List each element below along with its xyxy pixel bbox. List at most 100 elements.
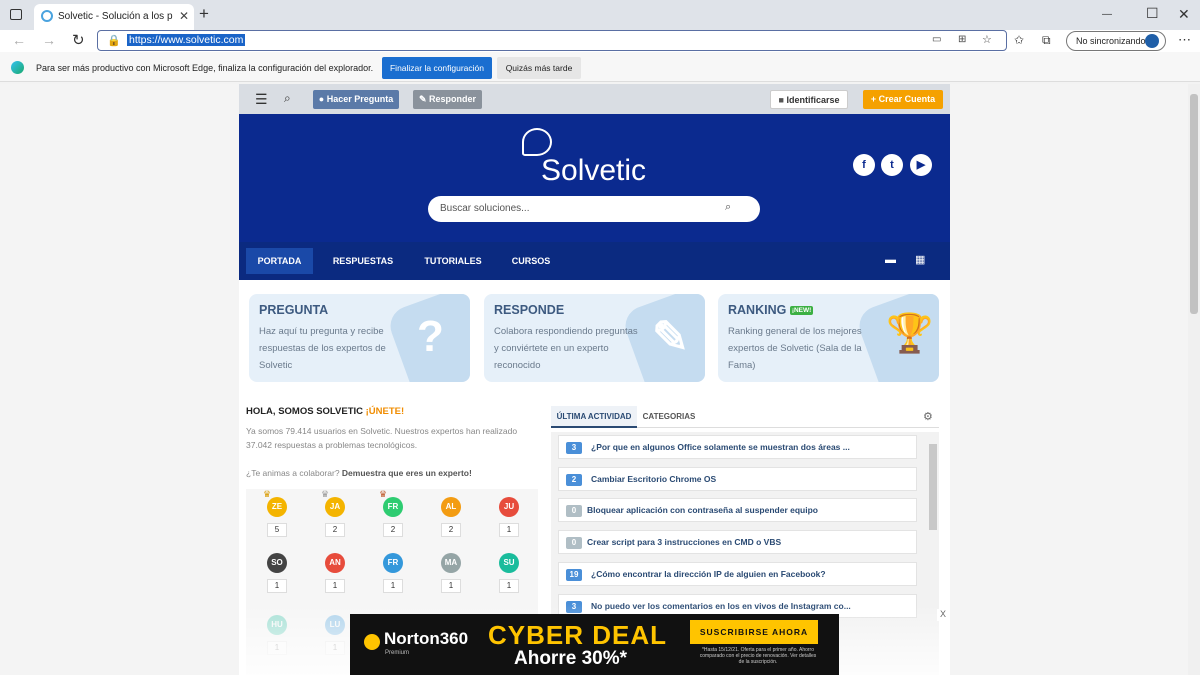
ad-fine-print: *Hasta 15/12/21. Oferta para el primer a… — [699, 647, 817, 665]
user-icon: ■ — [778, 95, 784, 105]
activity-tabs: ÚLTIMA ACTIVIDAD CATEGORIAS ⚙ — [551, 406, 939, 428]
user-item[interactable]: SO 1 — [257, 545, 297, 605]
profile-sync-button[interactable]: No sincronizando — [1066, 31, 1166, 51]
finish-setup-button[interactable]: Finalizar la configuración — [382, 57, 492, 79]
welcome-title: HOLA, SOMOS SOLVETIC — [246, 406, 363, 417]
sync-label: No sincronizando — [1076, 36, 1146, 46]
scrollbar-thumb[interactable] — [1190, 94, 1198, 314]
settings-more-icon[interactable]: ⋯ — [1178, 32, 1191, 48]
list-item-title: Cambiar Escritorio Chrome OS — [591, 474, 717, 484]
list-item[interactable]: 3 ¿Por que en algunos Office solamente s… — [558, 435, 917, 459]
avatar: FR — [383, 497, 403, 517]
list-item[interactable]: 0 Bloquear aplicación con contraseña al … — [558, 498, 917, 522]
browser-tab[interactable]: Solvetic - Solución a los problem ✕ — [34, 4, 194, 30]
edge-setup-infobar: Para ser más productivo con Microsoft Ed… — [0, 52, 1200, 82]
answer-count-badge: 0 — [566, 537, 582, 549]
user-item[interactable]: AN 1 — [315, 545, 355, 605]
avatar: ZE — [267, 497, 287, 517]
invite-question: ¿Te animas a colaborar? — [246, 468, 340, 478]
add-user-icon: + — [870, 94, 877, 104]
login-label: Identificarse — [786, 95, 840, 105]
site-logo[interactable]: Solvetic — [541, 154, 646, 188]
avatar: FR — [383, 553, 403, 573]
card-pregunta[interactable]: ? PREGUNTA Haz aquí tu pregunta y recibe… — [249, 294, 470, 382]
avatar: JU — [499, 497, 519, 517]
create-account-button[interactable]: + Crear Cuenta — [863, 90, 943, 109]
user-item[interactable]: JU 1 — [489, 489, 529, 549]
favorites-icon[interactable]: ✩ — [1014, 33, 1024, 47]
search-magnifier-icon[interactable]: ⌕ — [725, 201, 731, 214]
tab-actions-icon[interactable] — [10, 9, 22, 20]
user-count: 1 — [441, 579, 461, 593]
card-responde[interactable]: ✎ RESPONDE Colabora respondiendo pregunt… — [484, 294, 705, 382]
new-badge: ¡NEW! — [789, 306, 814, 316]
list-item[interactable]: 19 ¿Cómo encontrar la dirección IP de al… — [558, 562, 917, 586]
favorite-add-icon[interactable]: ☆ — [982, 33, 992, 46]
collections-icon[interactable]: ⧉ — [1042, 33, 1051, 48]
page-scrollbar[interactable] — [1188, 84, 1200, 675]
menu-respuestas[interactable]: RESPUESTAS — [327, 248, 399, 274]
refresh-icon[interactable]: ↻ — [72, 31, 85, 49]
list-item-title: ¿Por que en algunos Office solamente se … — [591, 442, 850, 452]
user-item[interactable]: ♛ FR 2 — [373, 489, 413, 549]
card-pregunta-title: PREGUNTA — [259, 303, 329, 317]
back-icon[interactable]: ← — [12, 32, 26, 48]
gear-icon[interactable]: ⚙ — [923, 410, 933, 423]
card-ranking-title: RANKING ¡NEW! — [728, 303, 814, 317]
window-close-button[interactable]: ✕ — [1178, 6, 1190, 23]
youtube-icon[interactable]: ▶ — [910, 154, 932, 176]
ad-close-button[interactable]: X — [937, 609, 949, 621]
facebook-icon[interactable]: f — [853, 154, 875, 176]
forward-icon[interactable]: → — [42, 32, 56, 48]
list-item-title: ¿Cómo encontrar la dirección IP de algui… — [591, 569, 826, 579]
question-icon: ● — [318, 94, 325, 104]
user-item[interactable]: SU 1 — [489, 545, 529, 605]
user-item[interactable]: FR 1 — [373, 545, 413, 605]
ask-question-label: Hacer Pregunta — [326, 94, 394, 104]
maybe-later-button[interactable]: Quizás más tarde — [497, 57, 581, 79]
card-ranking[interactable]: 🏆 RANKING ¡NEW! Ranking general de los m… — [718, 294, 939, 382]
list-item[interactable]: 2 Cambiar Escritorio Chrome OS — [558, 467, 917, 491]
tab-ultima-actividad[interactable]: ÚLTIMA ACTIVIDAD — [551, 406, 637, 428]
answer-button[interactable]: ✎ Responder — [413, 90, 482, 109]
hamburger-menu-icon[interactable]: ☰ — [255, 91, 268, 108]
user-item[interactable]: ♛ JA 2 — [315, 489, 355, 549]
login-button[interactable]: ■ Identificarse — [770, 90, 848, 109]
user-count: 5 — [267, 523, 287, 537]
twitter-icon[interactable]: t — [881, 154, 903, 176]
menu-cursos[interactable]: CURSOS — [505, 248, 557, 274]
join-link[interactable]: ¡ÚNETE! — [366, 406, 405, 417]
apps-icon[interactable]: ⊞ — [958, 34, 966, 45]
tab-close-icon[interactable]: ✕ — [179, 9, 189, 23]
question-mark-icon: ? — [417, 312, 444, 361]
tab-categorias[interactable]: CATEGORIAS — [641, 406, 697, 428]
norton-ad-banner[interactable]: Norton360 Premium CYBER DEAL Ahorre 30%*… — [350, 614, 839, 675]
folder-icon[interactable]: ▬ — [885, 254, 896, 266]
solvetic-favicon-icon — [41, 10, 53, 22]
site-top-nav: ☰ ⌕ ● Hacer Pregunta ✎ Responder ■ Ident… — [239, 84, 950, 114]
minimize-button[interactable]: — — [1102, 9, 1112, 20]
ad-subscribe-button[interactable]: SUSCRIBIRSE AHORA — [690, 620, 818, 644]
answer-count-badge: 2 — [566, 474, 582, 486]
menu-tutoriales[interactable]: TUTORIALES — [417, 248, 489, 274]
invite-bold[interactable]: Demuestra que eres un experto! — [342, 468, 472, 478]
ad-headline: CYBER DEAL — [488, 620, 668, 650]
user-item[interactable]: ♛ ZE 5 — [257, 489, 297, 549]
site-search-input[interactable]: Buscar soluciones... ⌕ — [428, 196, 760, 222]
address-bar[interactable]: 🔒 https://www.solvetic.com ▭ ⊞ ☆ — [97, 30, 1007, 51]
user-item[interactable]: MA 1 — [431, 545, 471, 605]
search-icon[interactable]: ⌕ — [284, 91, 291, 106]
new-tab-button[interactable]: + — [199, 4, 209, 24]
menu-portada[interactable]: PORTADA — [246, 248, 313, 274]
activity-scrollbar-thumb[interactable] — [929, 444, 937, 530]
url-text[interactable]: https://www.solvetic.com — [127, 34, 246, 46]
user-item[interactable]: AL 2 — [431, 489, 471, 549]
list-item[interactable]: 0 Crear script para 3 instrucciones en C… — [558, 530, 917, 554]
user-count: 1 — [499, 579, 519, 593]
calendar-icon[interactable]: ▦ — [915, 253, 925, 266]
avatar: SU — [499, 553, 519, 573]
infobar-message: Para ser más productivo con Microsoft Ed… — [36, 63, 374, 73]
ask-question-button[interactable]: ● Hacer Pregunta — [313, 90, 399, 109]
read-aloud-icon[interactable]: ▭ — [932, 34, 941, 45]
maximize-button[interactable]: ☐ — [1146, 5, 1159, 22]
